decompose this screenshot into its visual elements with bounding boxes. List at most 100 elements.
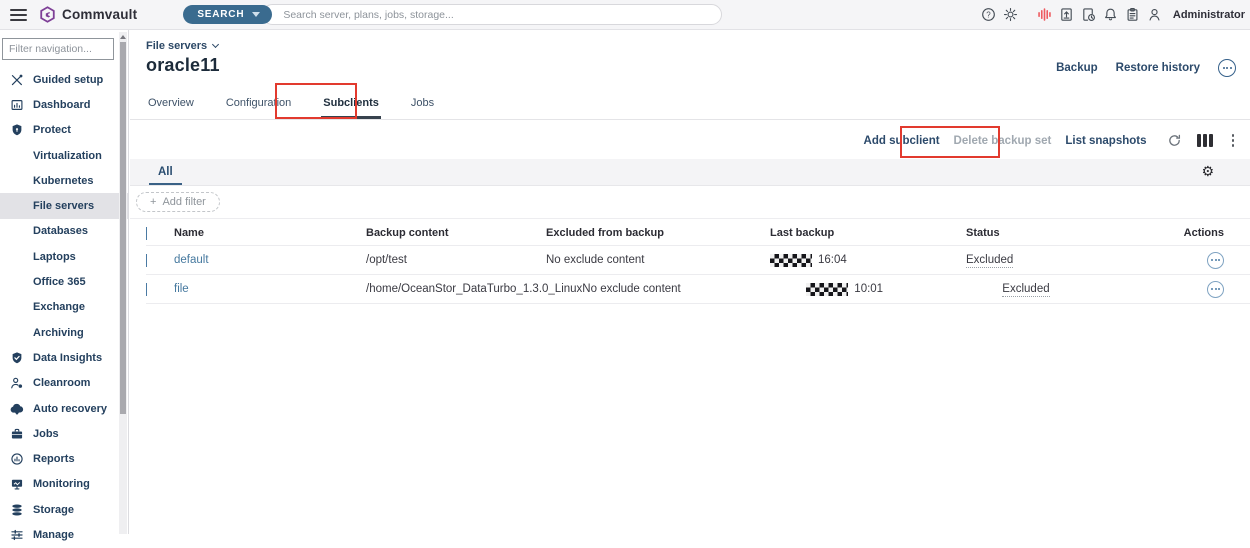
person-gear-icon [10,376,24,390]
backup-button[interactable]: Backup [1056,62,1098,74]
events-clipboard-icon[interactable] [1125,7,1141,23]
last-backup-time: 10:01 [854,283,883,295]
column-header-status[interactable]: Status [966,227,1156,239]
list-snapshots-button[interactable]: List snapshots [1065,135,1146,147]
sidebar-item-exchange[interactable]: Exchange [0,295,128,320]
refresh-icon[interactable] [1167,133,1182,148]
download-center-icon[interactable] [1059,7,1075,23]
add-filter-label: Add filter [162,196,205,208]
user-profile-icon[interactable] [1147,7,1163,23]
sidebar-item-cleanroom[interactable]: Cleanroom [0,371,128,396]
add-filter-button[interactable]: + Add filter [136,192,220,212]
column-header-backup-content[interactable]: Backup content [366,227,546,239]
row-expand-chevron-icon[interactable] [146,283,147,296]
sidebar-item-label: Archiving [33,327,84,339]
columns-icon[interactable] [1196,133,1214,148]
sidebar-item-label: Manage [33,529,74,541]
sidebar-item-kubernetes[interactable]: Kubernetes [0,168,128,193]
tab-jobs[interactable]: Jobs [409,90,436,119]
sidebar-item-auto-recovery[interactable]: Auto recovery [0,396,128,421]
add-subclient-button[interactable]: Add subclient [864,135,940,147]
sidebar-item-archiving[interactable]: Archiving [0,320,128,345]
redacted-date-block [770,254,812,267]
main-content: File servers oracle11 Backup Restore his… [130,30,1250,534]
sidebar-item-manage[interactable]: Manage [0,522,128,547]
job-summary-icon[interactable] [1081,7,1097,23]
sidebar-item-label: Data Insights [33,352,102,364]
sidebar-item-dashboard[interactable]: Dashboard [0,92,128,117]
backup-content-cell: /opt/test [366,254,546,266]
sidebar-item-office-365[interactable]: Office 365 [0,269,128,294]
sidebar-item-guided-setup[interactable]: Guided setup [0,67,128,92]
kebab-menu-icon[interactable] [1228,134,1239,147]
restore-history-button[interactable]: Restore history [1116,62,1200,74]
assistant-activity-icon[interactable] [1037,7,1053,23]
breadcrumb[interactable]: File servers [146,40,218,52]
search-scope-button[interactable]: SEARCH [183,5,272,24]
backup-set-tab-bar: All ⚙ [130,159,1250,186]
sidebar-item-label: Auto recovery [33,403,107,415]
table-row: default /opt/test No exclude content 16:… [146,246,1250,275]
table-row: file /home/OceanStor_DataTurbo_1.3.0_Lin… [146,275,1250,304]
shield-icon [10,123,24,137]
column-header-last-backup[interactable]: Last backup [770,227,966,239]
page-title: oracle11 [146,55,220,76]
shield-check-icon [10,351,24,365]
row-actions-button[interactable] [1207,252,1224,269]
delete-backup-set-button[interactable]: Delete backup set [954,135,1052,147]
more-actions-button[interactable] [1218,59,1236,77]
tab-overview[interactable]: Overview [146,90,196,119]
sidebar-item-jobs[interactable]: Jobs [0,421,128,446]
subclient-name-link[interactable]: default [174,254,209,266]
sidebar-item-label: Guided setup [33,74,103,86]
column-header-name[interactable]: Name [174,227,366,239]
commvault-hexagon-icon [39,6,56,23]
user-name[interactable]: Administrator [1173,9,1245,21]
backup-content-cell: /home/OceanStor_DataTurbo_1.3.0_Linux [366,283,582,295]
subclient-name-link[interactable]: file [174,283,189,295]
briefcase-icon [10,427,24,441]
svg-text:?: ? [987,11,992,20]
sidebar-item-laptops[interactable]: Laptops [0,244,128,269]
sidebar-item-reports[interactable]: Reports [0,446,128,471]
sidebar-item-label: Cleanroom [33,377,90,389]
sidebar-scrollbar[interactable] [119,32,127,534]
global-search: SEARCH [183,4,722,25]
help-icon[interactable]: ? [981,7,997,23]
commvault-logo: Commvault [39,6,137,23]
row-expand-chevron-icon[interactable] [146,254,147,267]
status-badge: Excluded [1002,283,1049,297]
filter-navigation-input[interactable] [2,38,114,60]
cloud-recovery-icon [10,402,24,416]
status-badge: Excluded [966,254,1013,268]
scrollbar-up-arrow-icon[interactable] [120,35,126,39]
sidebar-item-monitoring[interactable]: Monitoring [0,472,128,497]
sidebar-item-file-servers[interactable]: File servers [0,193,128,218]
tab-configuration[interactable]: Configuration [224,90,293,119]
tools-icon [10,73,24,87]
alerts-bell-icon[interactable] [1103,7,1119,23]
sidebar-item-databases[interactable]: Databases [0,219,128,244]
scrollbar-thumb[interactable] [120,42,126,414]
last-backup-time: 16:04 [818,254,847,266]
sidebar-item-protect[interactable]: Protect [0,118,128,143]
column-header-excluded-from-backup[interactable]: Excluded from backup [546,227,770,239]
theme-sun-icon[interactable] [1003,7,1019,23]
subclients-toolbar: Add subclient Delete backup set List sna… [130,120,1250,159]
sidebar-item-label: Storage [33,504,74,516]
global-search-input[interactable] [262,4,722,25]
tab-subclients[interactable]: Subclients [321,90,381,119]
tab-all[interactable]: All [158,159,173,185]
filter-row: + Add filter [130,186,1250,219]
menu-hamburger-icon[interactable] [10,9,27,21]
sidebar-item-virtualization[interactable]: Virtualization [0,143,128,168]
storage-disks-icon [10,503,24,517]
sidebar-item-storage[interactable]: Storage [0,497,128,522]
sidebar-item-data-insights[interactable]: Data Insights [0,345,128,370]
sidebar-item-label: Office 365 [33,276,86,288]
sidebar-item-label: Virtualization [33,150,102,162]
row-actions-button[interactable] [1207,281,1224,298]
select-chevron-icon[interactable] [146,227,147,240]
table-settings-gear-icon[interactable]: ⚙ [1201,165,1214,179]
excluded-cell: No exclude content [582,283,806,295]
